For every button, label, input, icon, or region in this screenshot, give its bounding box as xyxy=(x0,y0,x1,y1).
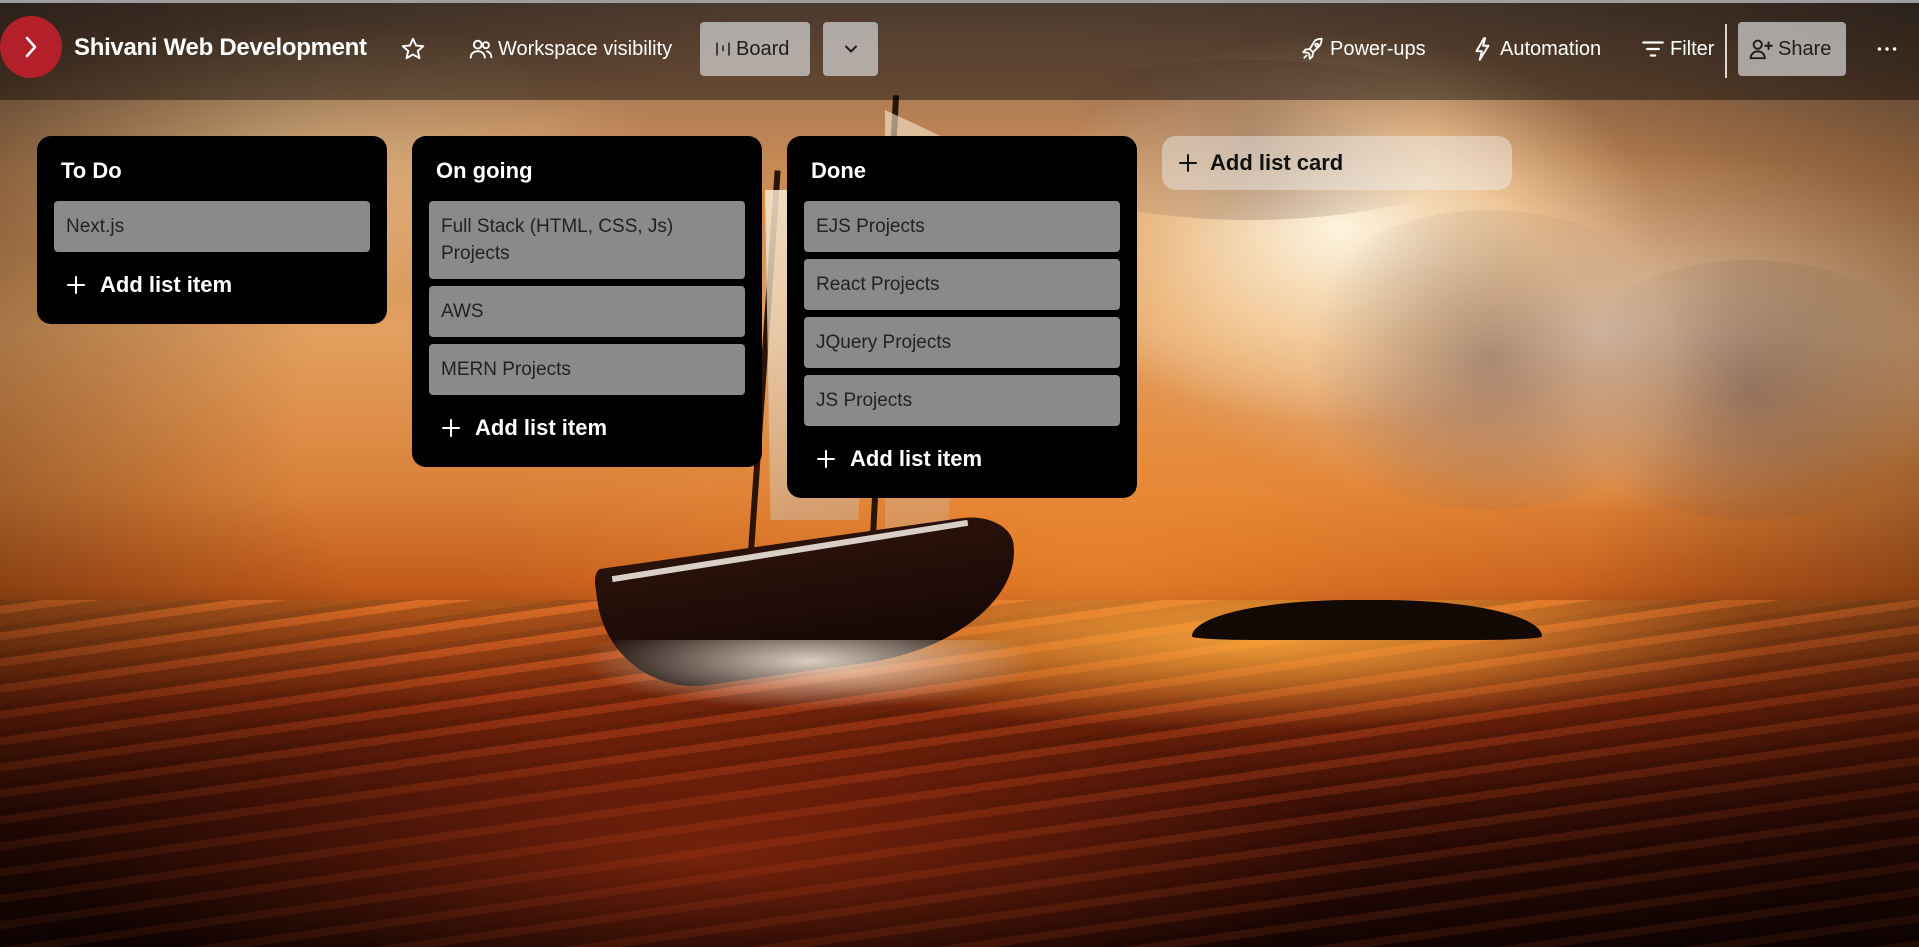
star-board-button[interactable] xyxy=(394,22,432,76)
list-card[interactable]: MERN Projects xyxy=(429,344,745,395)
board-view-button[interactable]: Board xyxy=(700,22,810,76)
add-list-item-label: Add list item xyxy=(850,446,983,471)
share-button[interactable]: Share xyxy=(1738,22,1846,76)
plus-icon xyxy=(1179,154,1197,172)
board-title[interactable]: Shivani Web Development xyxy=(74,34,367,62)
view-menu-button[interactable] xyxy=(823,22,878,76)
chevron-down-icon xyxy=(844,45,857,53)
filter-button[interactable]: Filter xyxy=(1634,22,1720,76)
plus-icon xyxy=(67,276,85,294)
add-list-card-button[interactable]: Add list card xyxy=(1162,136,1512,190)
star-icon xyxy=(401,37,425,60)
plus-icon xyxy=(442,419,460,437)
board-view-label: Board xyxy=(736,37,790,60)
list-title[interactable]: To Do xyxy=(54,154,370,194)
rocket-icon xyxy=(1302,37,1323,60)
list-title[interactable]: On going xyxy=(429,154,745,194)
list-card[interactable]: React Projects xyxy=(804,259,1120,310)
list-card[interactable]: EJS Projects xyxy=(804,201,1120,252)
list-to-do: To Do Next.js Add list item xyxy=(37,136,387,324)
list-done: Done EJS Projects React Projects JQuery … xyxy=(787,136,1137,498)
list-card[interactable]: AWS xyxy=(429,286,745,337)
lightning-icon xyxy=(1475,37,1490,61)
workspace-visibility-label: Workspace visibility xyxy=(498,37,673,60)
filter-label: Filter xyxy=(1670,37,1715,60)
add-list-item-button[interactable]: Add list item xyxy=(54,252,244,310)
add-list-card-label: Add list card xyxy=(1210,150,1344,175)
add-list-item-label: Add list item xyxy=(100,272,233,297)
header-divider xyxy=(1725,24,1727,78)
workspace-visibility-button[interactable]: Workspace visibility xyxy=(462,22,678,76)
chevron-right-icon xyxy=(25,36,37,58)
list-card[interactable]: JQuery Projects xyxy=(804,317,1120,368)
share-label: Share xyxy=(1778,37,1832,60)
automation-button[interactable]: Automation xyxy=(1464,22,1607,76)
power-ups-label: Power-ups xyxy=(1330,37,1426,60)
people-icon xyxy=(469,39,493,59)
plus-icon xyxy=(817,450,835,468)
list-card[interactable]: JS Projects xyxy=(804,375,1120,426)
list-card[interactable]: Next.js xyxy=(54,201,370,252)
expand-sidebar-button[interactable] xyxy=(0,16,62,78)
filter-icon xyxy=(1642,41,1664,57)
list-card[interactable]: Full Stack (HTML, CSS, Js) Projects xyxy=(429,201,745,279)
add-list-item-label: Add list item xyxy=(475,415,608,440)
board-columns-icon xyxy=(716,42,730,56)
add-list-item-button[interactable]: Add list item xyxy=(804,426,994,484)
add-list-item-button[interactable]: Add list item xyxy=(429,395,619,453)
more-options-button[interactable] xyxy=(1868,22,1904,76)
power-ups-button[interactable]: Power-ups xyxy=(1294,22,1432,76)
header-top-border xyxy=(0,0,1919,3)
list-on-going: On going Full Stack (HTML, CSS, Js) Proj… xyxy=(412,136,762,467)
add-person-icon xyxy=(1749,39,1773,60)
more-horizontal-icon xyxy=(1877,47,1897,51)
automation-label: Automation xyxy=(1500,37,1602,60)
list-title[interactable]: Done xyxy=(804,154,1120,194)
